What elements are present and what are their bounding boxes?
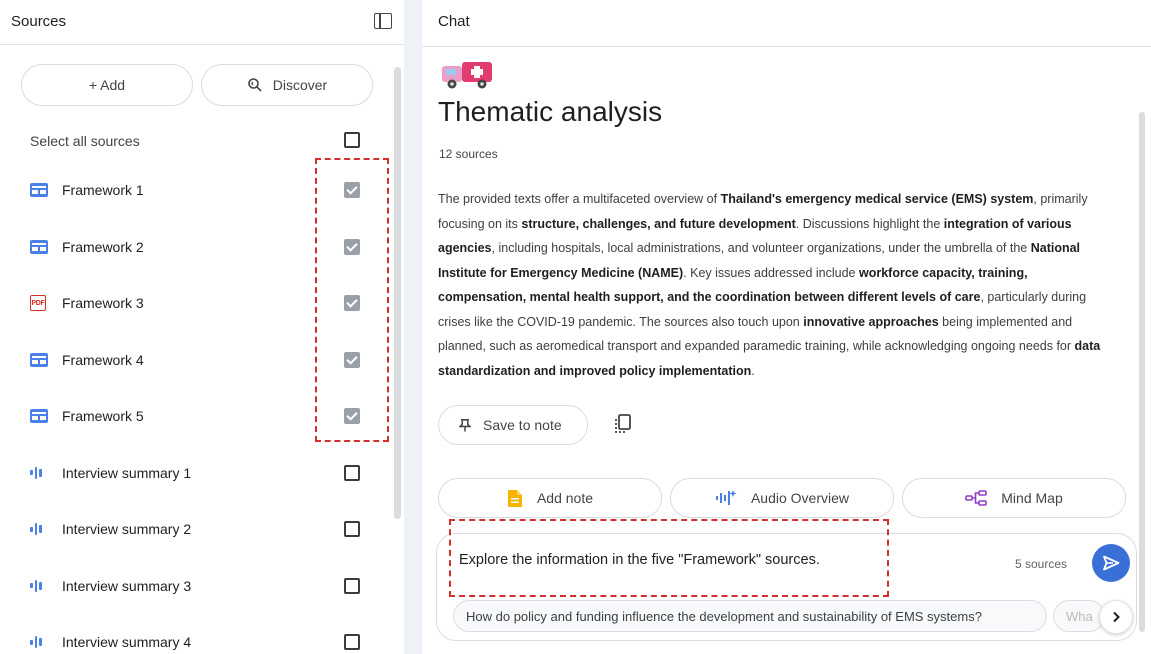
summary-emphasis: Thailand's emergency medical service (EM… (720, 192, 1034, 206)
select-all-label: Select all sources (30, 133, 140, 149)
save-to-note-button[interactable]: Save to note (438, 405, 588, 445)
discover-search-icon (247, 78, 262, 92)
next-suggestions-button[interactable] (1099, 600, 1133, 634)
web-icon (30, 183, 48, 197)
mind-map-button[interactable]: Mind Map (902, 478, 1126, 518)
audio-overview-label: Audio Overview (750, 490, 850, 506)
audio-overview-button[interactable]: Audio Overview (670, 478, 894, 518)
pdf-icon: PDF (30, 295, 46, 311)
web-icon (30, 352, 48, 367)
source-checkbox[interactable] (344, 634, 360, 650)
web-icon (30, 239, 48, 254)
summary-text: . Discussions highlight the (795, 216, 944, 231)
source-checkbox[interactable] (344, 408, 360, 424)
source-item-label: Framework 4 (62, 351, 144, 368)
source-item-label: Interview summary 1 (62, 464, 192, 481)
source-item-label: Interview summary 2 (62, 521, 192, 537)
mind-map-label: Mind Map (1001, 490, 1063, 506)
source-item[interactable]: Framework 5 (0, 388, 385, 444)
summary-emphasis: innovative approaches (803, 314, 939, 329)
audio-icon (30, 635, 48, 649)
sources-panel-title: Sources (11, 13, 67, 30)
audio-icon (30, 522, 48, 536)
summary-emphasis: structure, challenges, and future develo… (521, 216, 796, 231)
add-note-button[interactable]: Add note (438, 478, 662, 518)
source-item-label: Interview summary 3 (62, 577, 192, 594)
notebook-summary: The provided texts offer a multifaceted … (438, 187, 1118, 383)
summary-text: . Key issues addressed include (683, 265, 859, 280)
chat-header-divider (422, 46, 1151, 47)
panel-separator (404, 0, 422, 654)
source-item[interactable]: Interview summary 4 (0, 614, 385, 654)
discover-button[interactable]: Discover (201, 64, 373, 106)
web-icon (30, 409, 48, 423)
chat-panel-title: Chat (438, 13, 470, 30)
summary-text: . (751, 363, 755, 378)
source-item-label: Framework 3 (62, 295, 144, 311)
source-checkbox[interactable] (344, 295, 360, 311)
mind-map-icon (965, 490, 988, 506)
source-item[interactable]: Interview summary 1 (0, 445, 385, 501)
source-checkbox[interactable] (344, 577, 360, 594)
selected-source-count: 5 sources (1015, 557, 1068, 571)
chat-scrollbar[interactable] (1139, 112, 1145, 632)
chat-input[interactable] (459, 552, 979, 568)
notebook-title: Thematic analysis (438, 96, 663, 127)
summary-text: The provided texts offer a multifaceted … (438, 192, 721, 206)
chevron-right-icon (1113, 611, 1120, 623)
side-panel-icon[interactable] (374, 13, 392, 29)
send-button[interactable] (1092, 544, 1130, 582)
chat-panel: Chat Thematic analysis 12 sources The pr… (422, 0, 1151, 654)
source-checkbox[interactable] (344, 182, 360, 198)
source-item[interactable]: Framework 4 (0, 332, 385, 388)
send-icon (1103, 555, 1120, 571)
source-item-label: Framework 2 (62, 238, 144, 255)
source-item-label: Framework 5 (62, 408, 144, 424)
notebook-app: Sources + Add Discover Select all source… (0, 0, 1151, 654)
source-item[interactable]: Interview summary 3 (0, 558, 385, 614)
source-item[interactable]: Interview summary 2 (0, 501, 385, 557)
source-item-label: Interview summary 4 (62, 634, 192, 650)
add-source-button[interactable]: + Add (21, 64, 193, 106)
source-item[interactable]: Framework 1 (0, 162, 385, 218)
chat-composer: 5 sources How do policy and funding infl… (436, 533, 1137, 641)
suggested-question-chip[interactable]: How do policy and funding influence the … (453, 600, 1047, 632)
source-checkbox[interactable] (344, 238, 360, 255)
sources-scrollbar[interactable] (394, 67, 401, 519)
header-divider (0, 44, 404, 45)
summary-text: , including hospitals, local administrat… (491, 241, 1031, 255)
audio-icon (30, 466, 48, 480)
copy-icon[interactable] (614, 413, 632, 435)
source-item[interactable]: PDF Framework 3 (0, 275, 385, 331)
discover-label: Discover (272, 77, 328, 93)
source-item-label: Framework 1 (62, 182, 144, 198)
note-icon (507, 489, 522, 507)
source-checkbox[interactable] (344, 464, 360, 481)
save-to-note-label: Save to note (483, 417, 562, 433)
select-all-checkbox[interactable] (344, 132, 360, 148)
source-checkbox[interactable] (344, 521, 360, 537)
suggested-question-chip-partial[interactable]: Wha (1053, 600, 1105, 632)
notebook-source-count: 12 sources (439, 147, 498, 161)
ambulance-emoji-icon (442, 62, 492, 89)
audio-overview-icon (715, 490, 737, 505)
sources-panel: Sources + Add Discover Select all source… (0, 0, 404, 654)
add-label: + Add (88, 77, 126, 93)
add-note-label: Add note (536, 490, 594, 506)
pin-icon (459, 419, 471, 432)
audio-icon (30, 579, 48, 593)
source-checkbox[interactable] (344, 351, 360, 368)
source-item[interactable]: Framework 2 (0, 219, 385, 275)
